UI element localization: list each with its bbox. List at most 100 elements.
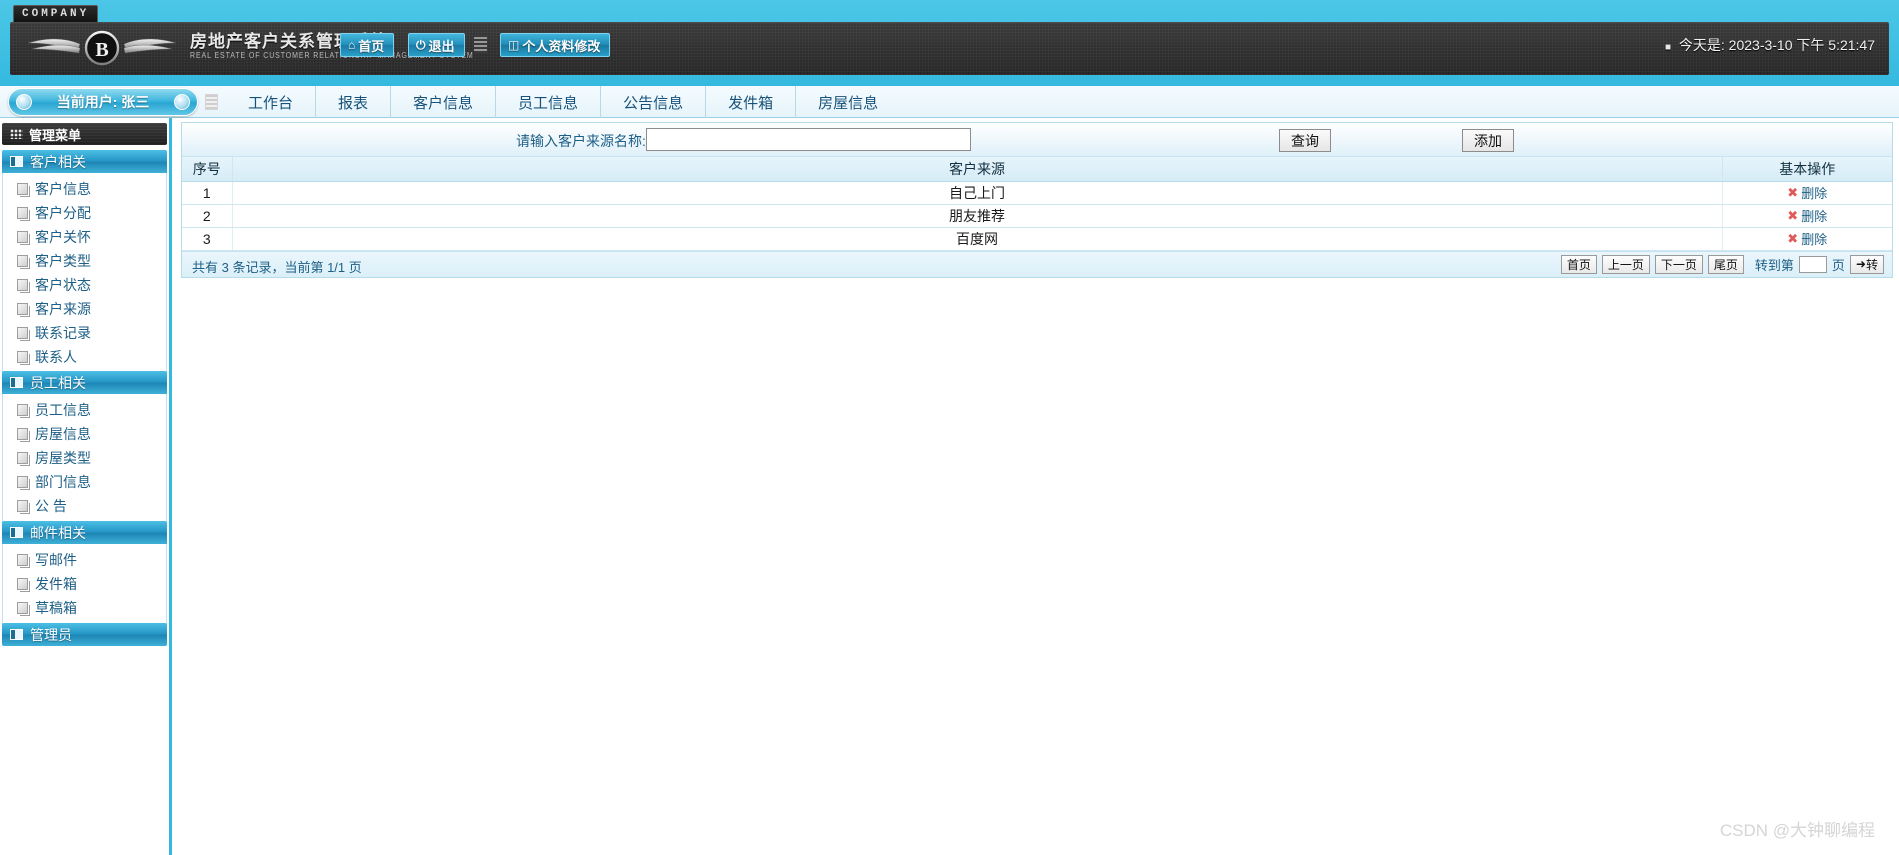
today-datetime: ■ 今天是: 2023-3-10 下午 5:21:47 — [1665, 35, 1875, 55]
query-button[interactable]: 查询 — [1279, 129, 1331, 152]
bullet-icon: ■ — [1664, 42, 1671, 53]
tab-employee-info[interactable]: 员工信息 — [496, 86, 602, 118]
page-icon — [17, 500, 28, 512]
page-icon — [17, 207, 28, 219]
main-content: 请输入客户来源名称: 查询 添加 序号 客户来源 基本操作 1 自己上门 ✖ 删… — [175, 118, 1899, 855]
prev-page-button[interactable]: 上一页 — [1601, 254, 1650, 274]
goto-prefix-label: 转到第 — [1754, 257, 1794, 273]
delete-x-icon: ✖ — [1787, 184, 1799, 200]
table-header-row: 序号 客户来源 基本操作 — [182, 157, 1892, 182]
pill-left-knob-icon — [16, 94, 32, 110]
page-icon — [17, 554, 28, 566]
nav-tabs: 工作台 报表 客户信息 员工信息 公告信息 发件箱 房屋信息 — [226, 86, 900, 118]
cell-no: 3 — [182, 227, 233, 251]
sidebar-group-header-customer[interactable]: 客户相关 — [2, 150, 167, 173]
drag-handle-icon[interactable] — [474, 37, 487, 53]
page-icon — [17, 452, 28, 464]
tab-announcement-info[interactable]: 公告信息 — [601, 86, 707, 118]
sidebar-group-customer: 客户相关 客户信息 客户分配 客户关怀 客户类型 客户状态 客户来源 联系记录 … — [2, 150, 167, 375]
sidebar-item-label: 联系记录 — [35, 325, 91, 341]
sidebar-group-mail: 邮件相关 写邮件 发件箱 草稿箱 — [2, 521, 167, 626]
tab-reports[interactable]: 报表 — [316, 86, 392, 118]
sidebar-item-write-mail[interactable]: 写邮件 — [3, 548, 166, 572]
sidebar-group-label: 邮件相关 — [30, 524, 86, 541]
sidebar-item-customer-source[interactable]: 客户来源 — [3, 297, 166, 321]
sidebar-item-customer-status[interactable]: 客户状态 — [3, 273, 166, 297]
page-icon — [17, 428, 28, 440]
table-row: 3 百度网 ✖ 删除 — [182, 227, 1892, 251]
profile-edit-button[interactable]: ◫ 个人资料修改 — [500, 33, 611, 57]
sidebar-item-label: 客户关怀 — [35, 229, 91, 245]
customer-source-table: 序号 客户来源 基本操作 1 自己上门 ✖ 删除 2 朋友推荐 ✖ 删除 3 百… — [182, 157, 1892, 251]
sidebar-item-label: 部门信息 — [35, 474, 91, 490]
logout-button-label: 退出 — [428, 38, 455, 54]
search-toolbar: 请输入客户来源名称: 查询 添加 — [182, 123, 1892, 157]
table-header: 序号 客户来源 基本操作 — [182, 157, 1892, 182]
delete-link[interactable]: ✖ 删除 — [1787, 183, 1827, 202]
home-button[interactable]: ⌂ 首页 — [340, 33, 395, 57]
sidebar-item-customer-care[interactable]: 客户关怀 — [3, 225, 166, 249]
cell-action: ✖ 删除 — [1722, 227, 1892, 251]
sidebar-item-label: 房屋类型 — [35, 450, 91, 466]
sidebar-item-house-info[interactable]: 房屋信息 — [3, 422, 166, 446]
search-input[interactable] — [646, 128, 971, 151]
delete-x-icon: ✖ — [1787, 230, 1799, 246]
home-icon: ⌂ — [348, 38, 356, 52]
today-value: 2023-3-10 下午 5:21:47 — [1728, 37, 1875, 53]
arrow-right-icon: ➜ — [1855, 257, 1866, 271]
panel-icon — [10, 527, 23, 538]
page-icon — [17, 351, 28, 363]
sidebar-item-outbox[interactable]: 发件箱 — [3, 572, 166, 596]
header-bar: B 房地产客户关系管理系统 REAL ESTATE OF CUSTOMER RE… — [10, 22, 1889, 75]
sidebar-item-label: 员工信息 — [35, 402, 91, 418]
sidebar-group-header-mail[interactable]: 邮件相关 — [2, 521, 167, 544]
sidebar-item-customer-type[interactable]: 客户类型 — [3, 249, 166, 273]
sidebar-group-label: 客户相关 — [30, 153, 86, 170]
logout-button[interactable]: ⏻ 退出 — [408, 33, 465, 57]
application-window: COMPANY B 房地产客户关系管理系统 REAL ESTATE OF CUS… — [0, 0, 1899, 855]
sidebar-item-department-info[interactable]: 部门信息 — [3, 470, 166, 494]
tab-house-info[interactable]: 房屋信息 — [796, 86, 900, 118]
power-icon: ⏻ — [416, 38, 426, 52]
tab-workbench[interactable]: 工作台 — [226, 86, 317, 118]
sidebar-title-label: 管理菜单 — [29, 127, 82, 143]
sidebar-group-body-mail: 写邮件 发件箱 草稿箱 — [2, 544, 167, 626]
delete-link[interactable]: ✖ 删除 — [1787, 206, 1827, 225]
sidebar-group-header-employee[interactable]: 员工相关 — [2, 371, 167, 394]
go-button-label: 转 — [1865, 257, 1878, 272]
tab-customer-info[interactable]: 客户信息 — [391, 86, 497, 118]
sidebar-item-announcement[interactable]: 公 告 — [3, 494, 166, 518]
sidebar-item-label: 公 告 — [35, 498, 67, 514]
document-icon: ◫ — [508, 38, 520, 52]
sidebar-item-employee-info[interactable]: 员工信息 — [3, 398, 166, 422]
sidebar-item-contact-record[interactable]: 联系记录 — [3, 321, 166, 345]
sidebar-item-label: 联系人 — [35, 349, 77, 365]
today-label: 今天是: — [1678, 37, 1725, 53]
goto-suffix-label: 页 — [1831, 257, 1845, 273]
sidebar-item-house-type[interactable]: 房屋类型 — [3, 446, 166, 470]
goto-page-input[interactable] — [1798, 255, 1827, 273]
first-page-button[interactable]: 首页 — [1560, 254, 1597, 274]
tab-outbox[interactable]: 发件箱 — [706, 86, 797, 118]
delete-link[interactable]: ✖ 删除 — [1787, 229, 1827, 248]
sidebar-item-drafts[interactable]: 草稿箱 — [3, 596, 166, 620]
next-page-button[interactable]: 下一页 — [1654, 254, 1703, 274]
customer-source-panel: 请输入客户来源名称: 查询 添加 序号 客户来源 基本操作 1 自己上门 ✖ 删… — [181, 122, 1893, 278]
sidebar-item-label: 客户状态 — [35, 277, 91, 293]
add-button[interactable]: 添加 — [1462, 129, 1514, 152]
page-icon — [17, 255, 28, 267]
go-button[interactable]: ➜ 转 — [1849, 254, 1884, 274]
sidebar-item-label: 发件箱 — [35, 576, 77, 592]
current-user-badge[interactable]: 当前用户: 张三 — [8, 88, 198, 116]
grid-dots-icon — [10, 129, 23, 139]
sidebar-item-contact-person[interactable]: 联系人 — [3, 345, 166, 369]
nav-drag-handle-icon[interactable] — [205, 94, 218, 110]
navigation-bar: 当前用户: 张三 工作台 报表 客户信息 员工信息 公告信息 发件箱 房屋信息 — [0, 86, 1899, 118]
cell-action: ✖ 删除 — [1722, 181, 1892, 205]
sidebar-item-customer-assign[interactable]: 客户分配 — [3, 201, 166, 225]
sidebar-item-label: 房屋信息 — [35, 426, 91, 442]
delete-x-icon: ✖ — [1787, 207, 1799, 223]
sidebar-group-header-admin[interactable]: 管理员 — [2, 623, 167, 646]
sidebar-item-customer-info[interactable]: 客户信息 — [3, 177, 166, 201]
last-page-button[interactable]: 尾页 — [1707, 254, 1744, 274]
